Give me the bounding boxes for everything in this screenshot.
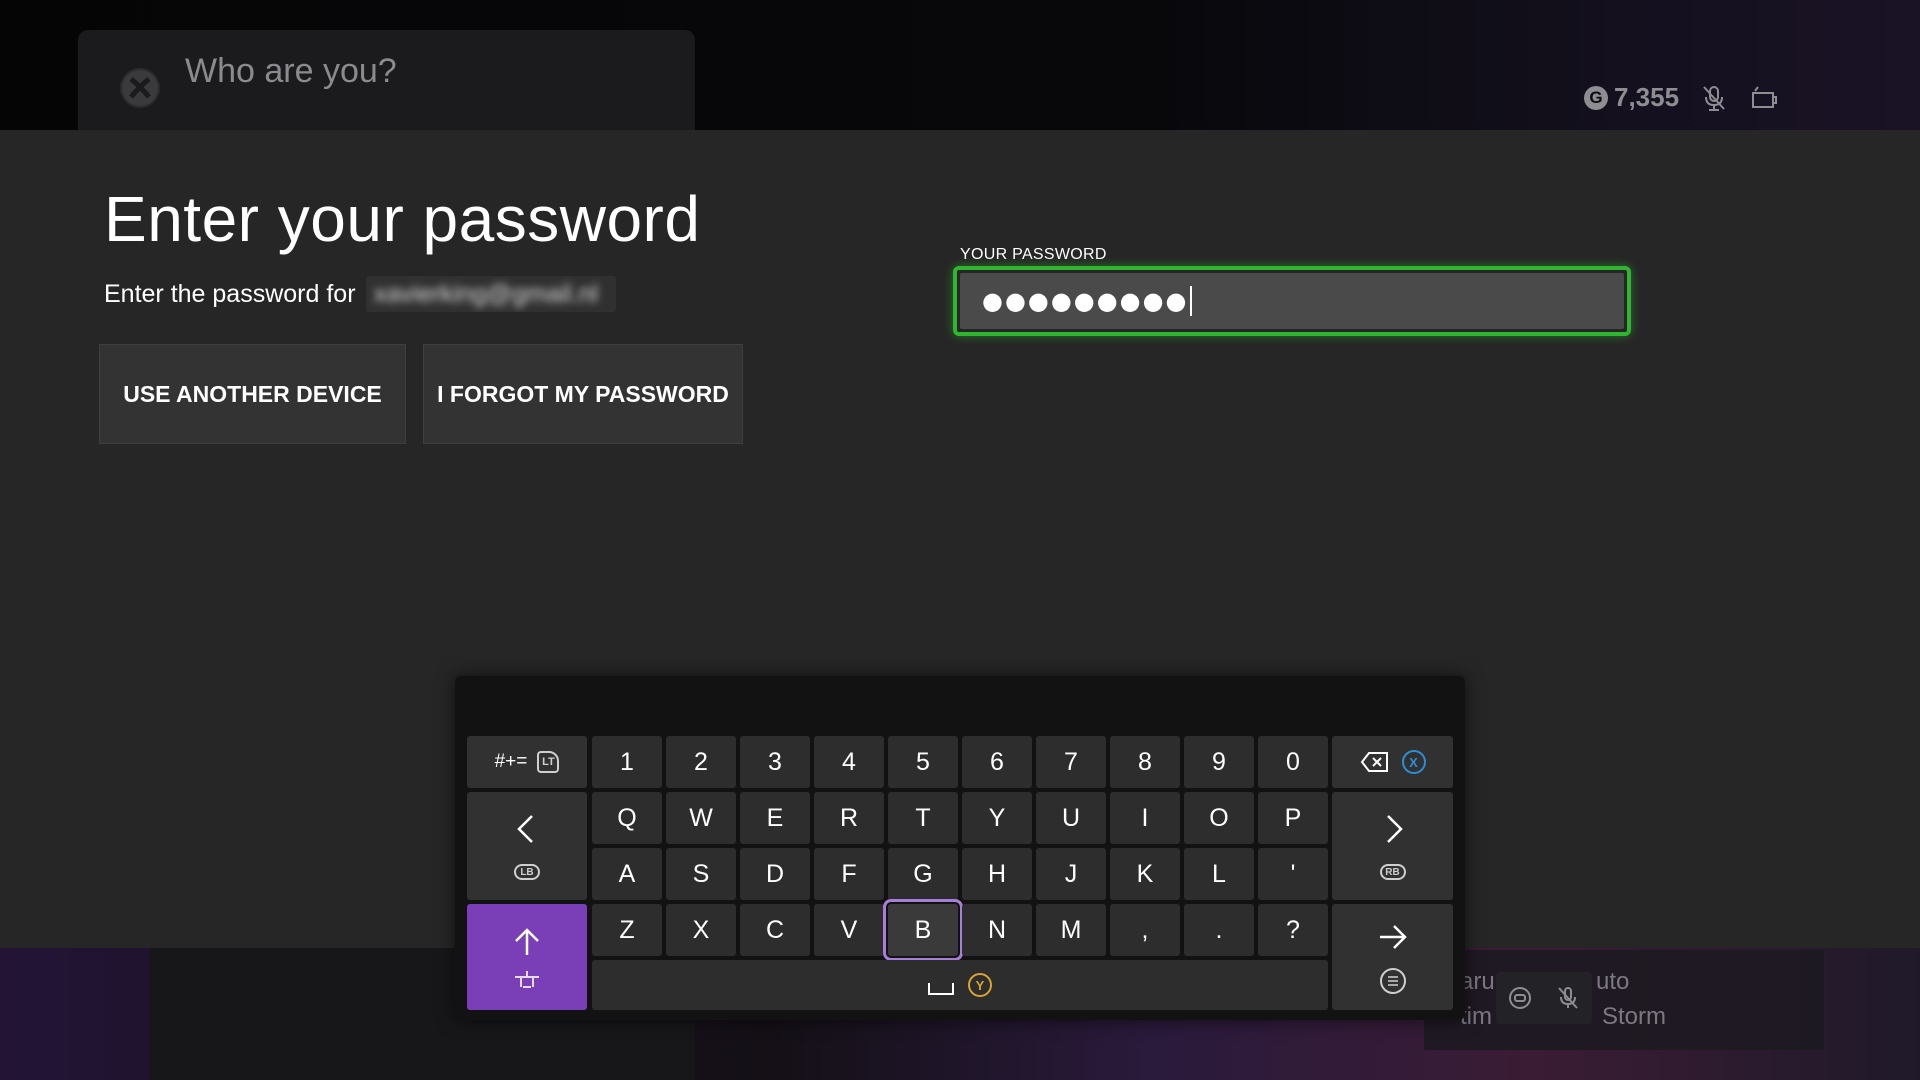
key-h[interactable]: H — [962, 848, 1032, 900]
key-period[interactable]: . — [1184, 904, 1254, 956]
key-2[interactable]: 2 — [666, 736, 736, 788]
key-k[interactable]: K — [1110, 848, 1180, 900]
key-e[interactable]: E — [740, 792, 810, 844]
symbols-key[interactable]: #+= LT — [467, 736, 587, 788]
key-n[interactable]: N — [962, 904, 1032, 956]
use-another-device-button[interactable]: USE ANOTHER DEVICE — [99, 344, 406, 444]
key-x[interactable]: X — [666, 904, 736, 956]
key-question[interactable]: ? — [1258, 904, 1328, 956]
key-y[interactable]: Y — [962, 792, 1032, 844]
mic-muted-icon — [1558, 987, 1578, 1009]
key-r[interactable]: R — [814, 792, 884, 844]
password-masked-value: ●●●●●●●●● — [982, 287, 1189, 315]
status-bar: G 7,355 — [1584, 82, 1779, 113]
key-z[interactable]: Z — [592, 904, 662, 956]
space-key[interactable]: Y — [592, 960, 1328, 1010]
cursor-left-key[interactable]: LB — [467, 792, 587, 900]
arrow-left-icon — [517, 815, 533, 843]
background-game-text: aru — [1460, 968, 1495, 995]
rb-bumper-icon: RB — [1379, 864, 1406, 880]
arrow-enter-icon — [1379, 925, 1407, 949]
key-comma[interactable]: , — [1110, 904, 1180, 956]
key-8[interactable]: 8 — [1110, 736, 1180, 788]
shift-key[interactable] — [467, 904, 587, 1010]
forgot-password-button[interactable]: I FORGOT MY PASSWORD — [423, 344, 743, 444]
key-w[interactable]: W — [666, 792, 736, 844]
xbox-logo-icon — [120, 68, 160, 108]
key-0[interactable]: 0 — [1258, 736, 1328, 788]
key-u[interactable]: U — [1036, 792, 1106, 844]
key-l[interactable]: L — [1184, 848, 1254, 900]
password-instruction: Enter the password for — [104, 280, 356, 308]
key-p[interactable]: P — [1258, 792, 1328, 844]
key-9[interactable]: 9 — [1184, 736, 1254, 788]
email-address: xavierking@gmail.nl — [374, 280, 599, 308]
backspace-key[interactable]: X — [1332, 736, 1453, 788]
background-game-text: uto — [1596, 968, 1630, 995]
key-i[interactable]: I — [1110, 792, 1180, 844]
key-q[interactable]: Q — [592, 792, 662, 844]
y-button-icon: Y — [968, 973, 992, 997]
key-5[interactable]: 5 — [888, 736, 958, 788]
who-are-you-title: Who are you? — [185, 52, 397, 90]
mic-muted-icon — [1699, 83, 1729, 113]
arrow-up-icon — [515, 928, 539, 955]
cursor-right-key[interactable]: RB — [1332, 792, 1453, 900]
page-title: Enter your password — [104, 183, 701, 255]
key-v[interactable]: V — [814, 904, 884, 956]
battery-icon — [1749, 83, 1779, 113]
key-7[interactable]: 7 — [1036, 736, 1106, 788]
key-o[interactable]: O — [1184, 792, 1254, 844]
key-c[interactable]: C — [740, 904, 810, 956]
email-address-obscured: xavierking@gmail.nl — [366, 276, 616, 312]
key-b-selected[interactable]: B — [883, 899, 963, 961]
menu-button-icon — [1379, 968, 1406, 994]
arrow-right-icon — [1386, 815, 1403, 843]
key-d[interactable]: D — [740, 848, 810, 900]
background-icon-pill — [1496, 972, 1592, 1024]
gamerscore-g-icon: G — [1584, 85, 1608, 110]
key-1[interactable]: 1 — [592, 736, 662, 788]
background-game-text: Storm — [1602, 1003, 1667, 1030]
key-3[interactable]: 3 — [740, 736, 810, 788]
key-a[interactable]: A — [592, 848, 662, 900]
password-field[interactable]: ●●●●●●●●● — [953, 266, 1631, 336]
enter-key[interactable] — [1332, 904, 1453, 1010]
background-game-tile — [1424, 950, 1824, 1050]
password-field-label: YOUR PASSWORD — [960, 246, 1107, 263]
key-g[interactable]: G — [888, 848, 958, 900]
space-icon — [928, 983, 954, 995]
x-button-icon: X — [1401, 750, 1426, 774]
chat-icon — [1509, 987, 1531, 1009]
key-t[interactable]: T — [888, 792, 958, 844]
text-caret — [1190, 286, 1193, 316]
gamerscore-value: 7,355 — [1614, 82, 1680, 112]
key-m[interactable]: M — [1036, 904, 1106, 956]
key-6[interactable]: 6 — [962, 736, 1032, 788]
on-screen-keyboard: #+= LT 1 2 3 4 5 6 7 8 9 0 X LB Q W E R … — [455, 676, 1465, 1020]
key-s[interactable]: S — [666, 848, 736, 900]
key-j[interactable]: J — [1036, 848, 1106, 900]
lt-trigger-icon: LT — [537, 751, 560, 773]
key-f[interactable]: F — [814, 848, 884, 900]
key-4[interactable]: 4 — [814, 736, 884, 788]
key-apostrophe[interactable]: ' — [1258, 848, 1328, 900]
symbols-key-label: #+= — [494, 751, 528, 772]
backspace-icon — [1360, 752, 1388, 772]
left-stick-icon — [515, 971, 539, 988]
password-input[interactable]: ●●●●●●●●● — [960, 273, 1624, 329]
lb-bumper-icon: LB — [514, 864, 540, 880]
